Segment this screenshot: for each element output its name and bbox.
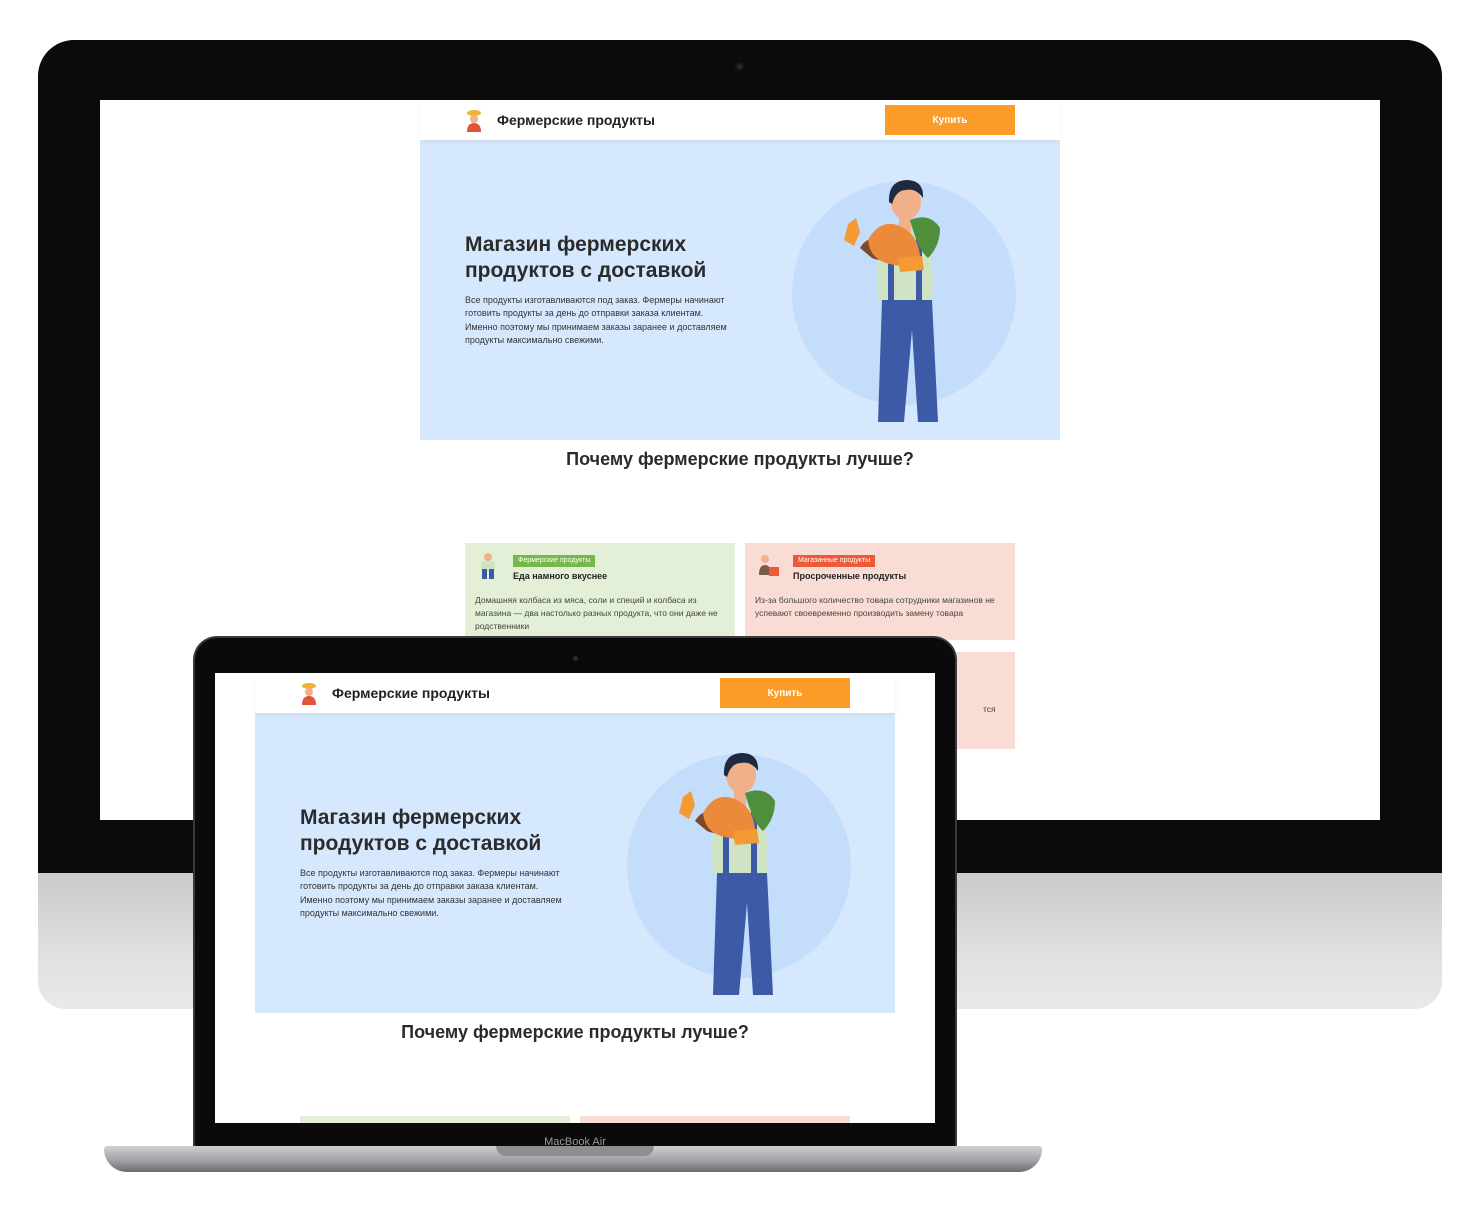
store-shopper-icon (759, 555, 779, 576)
benefit-card-store (580, 1116, 850, 1123)
card-text-fragment: тся (983, 704, 996, 714)
imac-camera (735, 62, 744, 71)
site-brand[interactable]: Фермерские продукты (497, 112, 655, 128)
macbook-notch (496, 1146, 654, 1156)
macbook-screen: Фермерские продукты Купить Магазин ферме… (215, 673, 935, 1123)
landing-page-laptop: Фермерские продукты Купить Магазин ферме… (255, 673, 895, 1123)
farmer-small-icon (481, 553, 495, 579)
card-title: Еда намного вкуснее (513, 571, 608, 581)
benefit-card-farm: Фермерские продукты Еда намного вкуснее … (465, 543, 735, 640)
hero-title: Магазин фермерских продуктов с доставкой (300, 806, 542, 855)
hero-section: Магазин фермерских продуктов с доставкой… (255, 713, 895, 1013)
hero-title: Магазин фермерских продуктов с доставкой (465, 233, 707, 282)
why-title: Почему фермерские продукты лучше? (401, 1022, 749, 1042)
macbook-camera (573, 656, 578, 661)
benefit-card-farm (300, 1116, 570, 1123)
card-text: Из-за большого количество товара сотрудн… (755, 595, 995, 618)
buy-button[interactable]: Купить (885, 105, 1015, 135)
site-header: Фермерские продукты Купить (420, 100, 1060, 140)
card-text: Домашняя колбаса из мяса, соли и специй … (475, 595, 718, 631)
benefit-card-store: Магазинные продукты Просроченные продукт… (745, 543, 1015, 640)
why-title: Почему фермерские продукты лучше? (566, 449, 914, 469)
site-brand[interactable]: Фермерские продукты (332, 685, 490, 701)
hero-text: Все продукты изготавливаются под заказ. … (465, 295, 727, 346)
card-tag: Магазинные продукты (793, 555, 876, 567)
farmer-illustration (844, 180, 940, 422)
buy-button[interactable]: Купить (720, 678, 850, 708)
farmer-logo-icon[interactable] (462, 108, 486, 132)
hero-section: Магазин фермерских продуктов с доставкой… (420, 140, 1060, 440)
card-tag: Фермерские продукты (513, 555, 596, 567)
hero-text: Все продукты изготавливаются под заказ. … (300, 868, 562, 919)
card-title: Просроченные продукты (793, 571, 907, 581)
farmer-logo-icon[interactable] (297, 681, 321, 705)
site-header: Фермерские продукты Купить (255, 673, 895, 713)
farmer-illustration (679, 753, 775, 995)
